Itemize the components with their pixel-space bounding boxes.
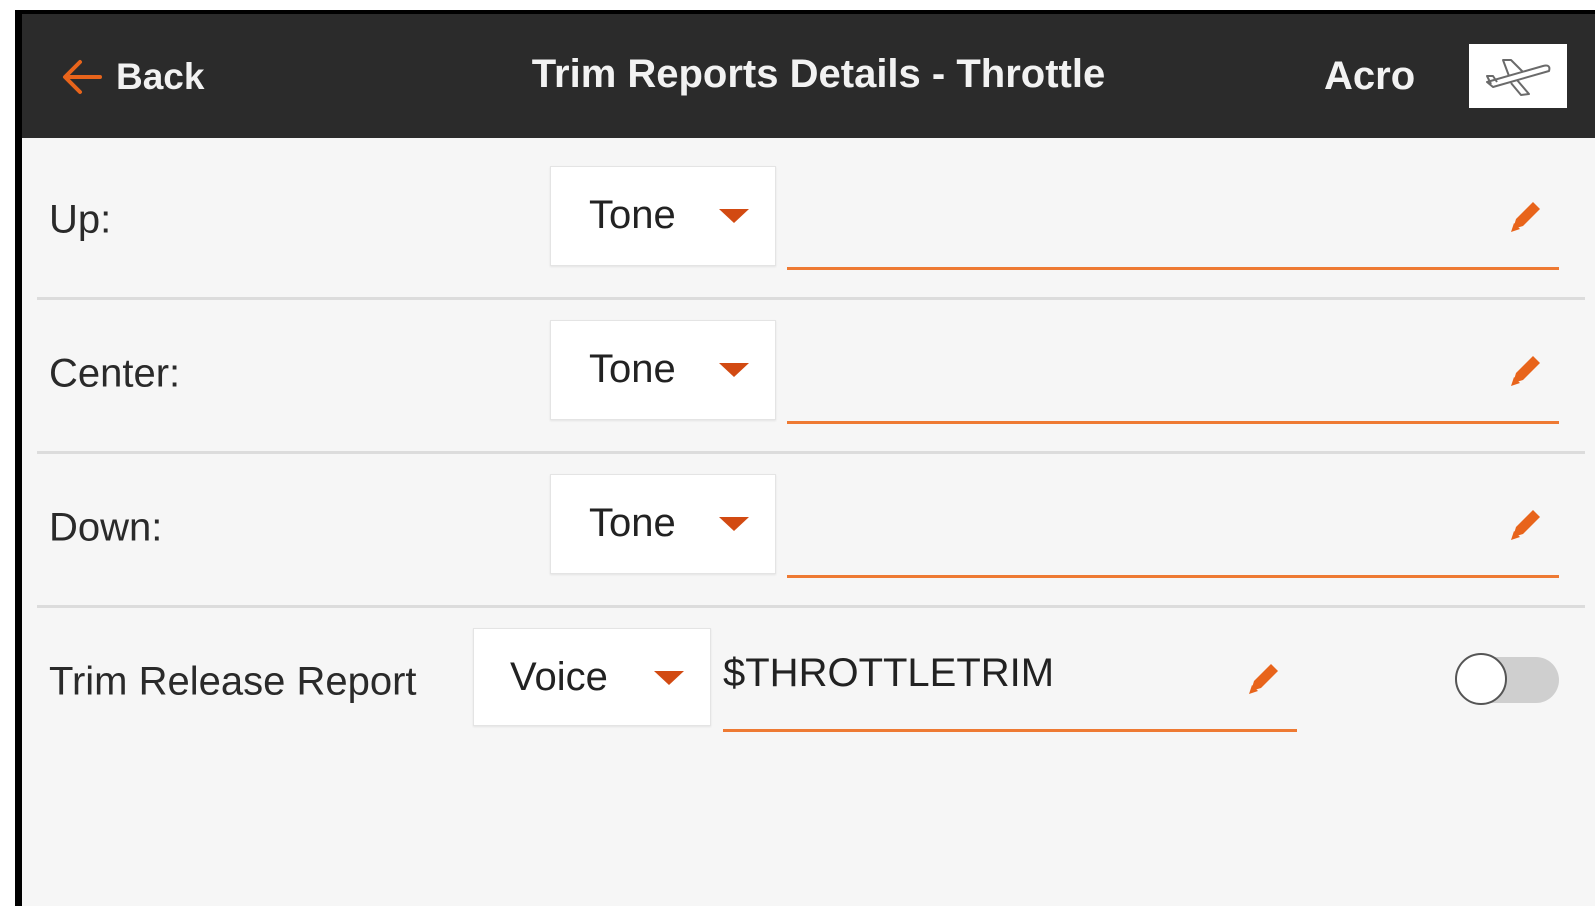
trim-release-row: Trim Release Report Voice $THROTTLETRIM (37, 605, 1585, 759)
pencil-icon[interactable] (1505, 197, 1545, 237)
trim-release-mode-select[interactable]: Voice (473, 628, 711, 726)
airplane-icon (1486, 59, 1551, 96)
center-mode-value: Tone (589, 347, 676, 391)
up-mode-value: Tone (589, 193, 676, 237)
center-sound-field[interactable] (787, 319, 1559, 424)
chevron-down-icon (719, 363, 749, 377)
trim-up-row: Up: Tone (37, 143, 1585, 300)
chevron-down-icon (719, 517, 749, 531)
chevron-down-icon (719, 209, 749, 223)
trim-center-row: Center: Tone (37, 297, 1585, 454)
screen: Back Trim Reports Details - Throttle Acr… (22, 14, 1595, 906)
trim-release-label: Trim Release Report (49, 659, 417, 704)
down-mode-select[interactable]: Tone (550, 474, 776, 574)
trim-release-toggle[interactable] (1455, 653, 1559, 705)
pencil-icon[interactable] (1505, 505, 1545, 545)
center-label: Center: (49, 351, 181, 396)
trim-release-sound-field[interactable]: $THROTTLETRIM (723, 627, 1297, 732)
up-label: Up: (49, 197, 112, 242)
toggle-knob (1455, 653, 1507, 705)
model-name: Acro (1324, 54, 1416, 98)
down-label: Down: (49, 505, 163, 550)
down-mode-value: Tone (589, 501, 676, 545)
up-mode-select[interactable]: Tone (550, 166, 776, 266)
up-sound-field[interactable] (787, 165, 1559, 270)
down-sound-field[interactable] (787, 473, 1559, 578)
model-type-button[interactable] (1469, 44, 1567, 108)
chevron-down-icon (654, 671, 684, 685)
trim-release-sound-value: $THROTTLETRIM (723, 651, 1055, 695)
center-mode-select[interactable]: Tone (550, 320, 776, 420)
pencil-icon[interactable] (1505, 351, 1545, 391)
header-bar: Back Trim Reports Details - Throttle Acr… (22, 14, 1595, 138)
trim-down-row: Down: Tone (37, 451, 1585, 608)
trim-release-mode-value: Voice (510, 655, 608, 699)
pencil-icon[interactable] (1243, 659, 1283, 699)
